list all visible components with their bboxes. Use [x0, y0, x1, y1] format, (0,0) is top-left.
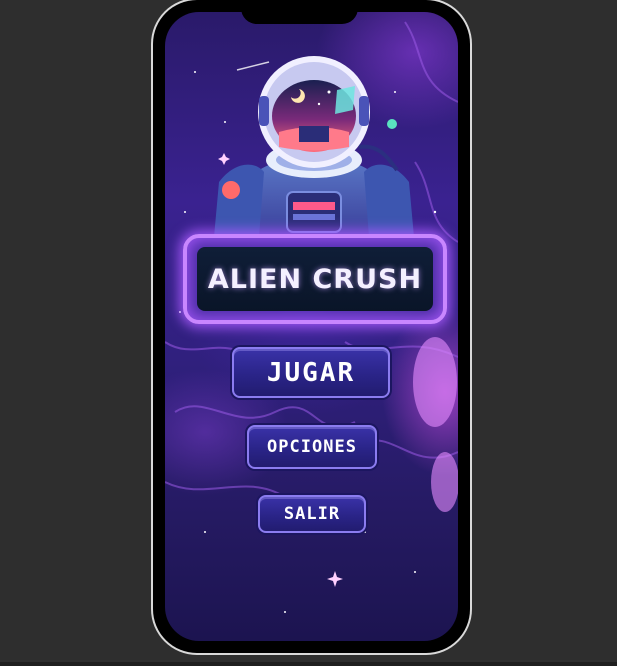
- game-title: ALIEN CRUSH: [207, 263, 423, 295]
- options-button[interactable]: OPCIONES: [247, 425, 377, 469]
- astronaut-illustration: [214, 56, 414, 237]
- game-title-screen: ALIEN CRUSH: [197, 247, 433, 311]
- play-button[interactable]: JUGAR: [232, 347, 390, 398]
- exit-button[interactable]: SALIR: [258, 495, 366, 533]
- game-title-panel: ALIEN CRUSH: [183, 234, 447, 324]
- game-screen: ALIEN CRUSH JUGAR OPCIONES SALIR: [165, 12, 458, 641]
- desktop-bottom-edge: [0, 662, 617, 666]
- phone-frame: ALIEN CRUSH JUGAR OPCIONES SALIR: [153, 0, 470, 653]
- phone-notch: [241, 0, 358, 24]
